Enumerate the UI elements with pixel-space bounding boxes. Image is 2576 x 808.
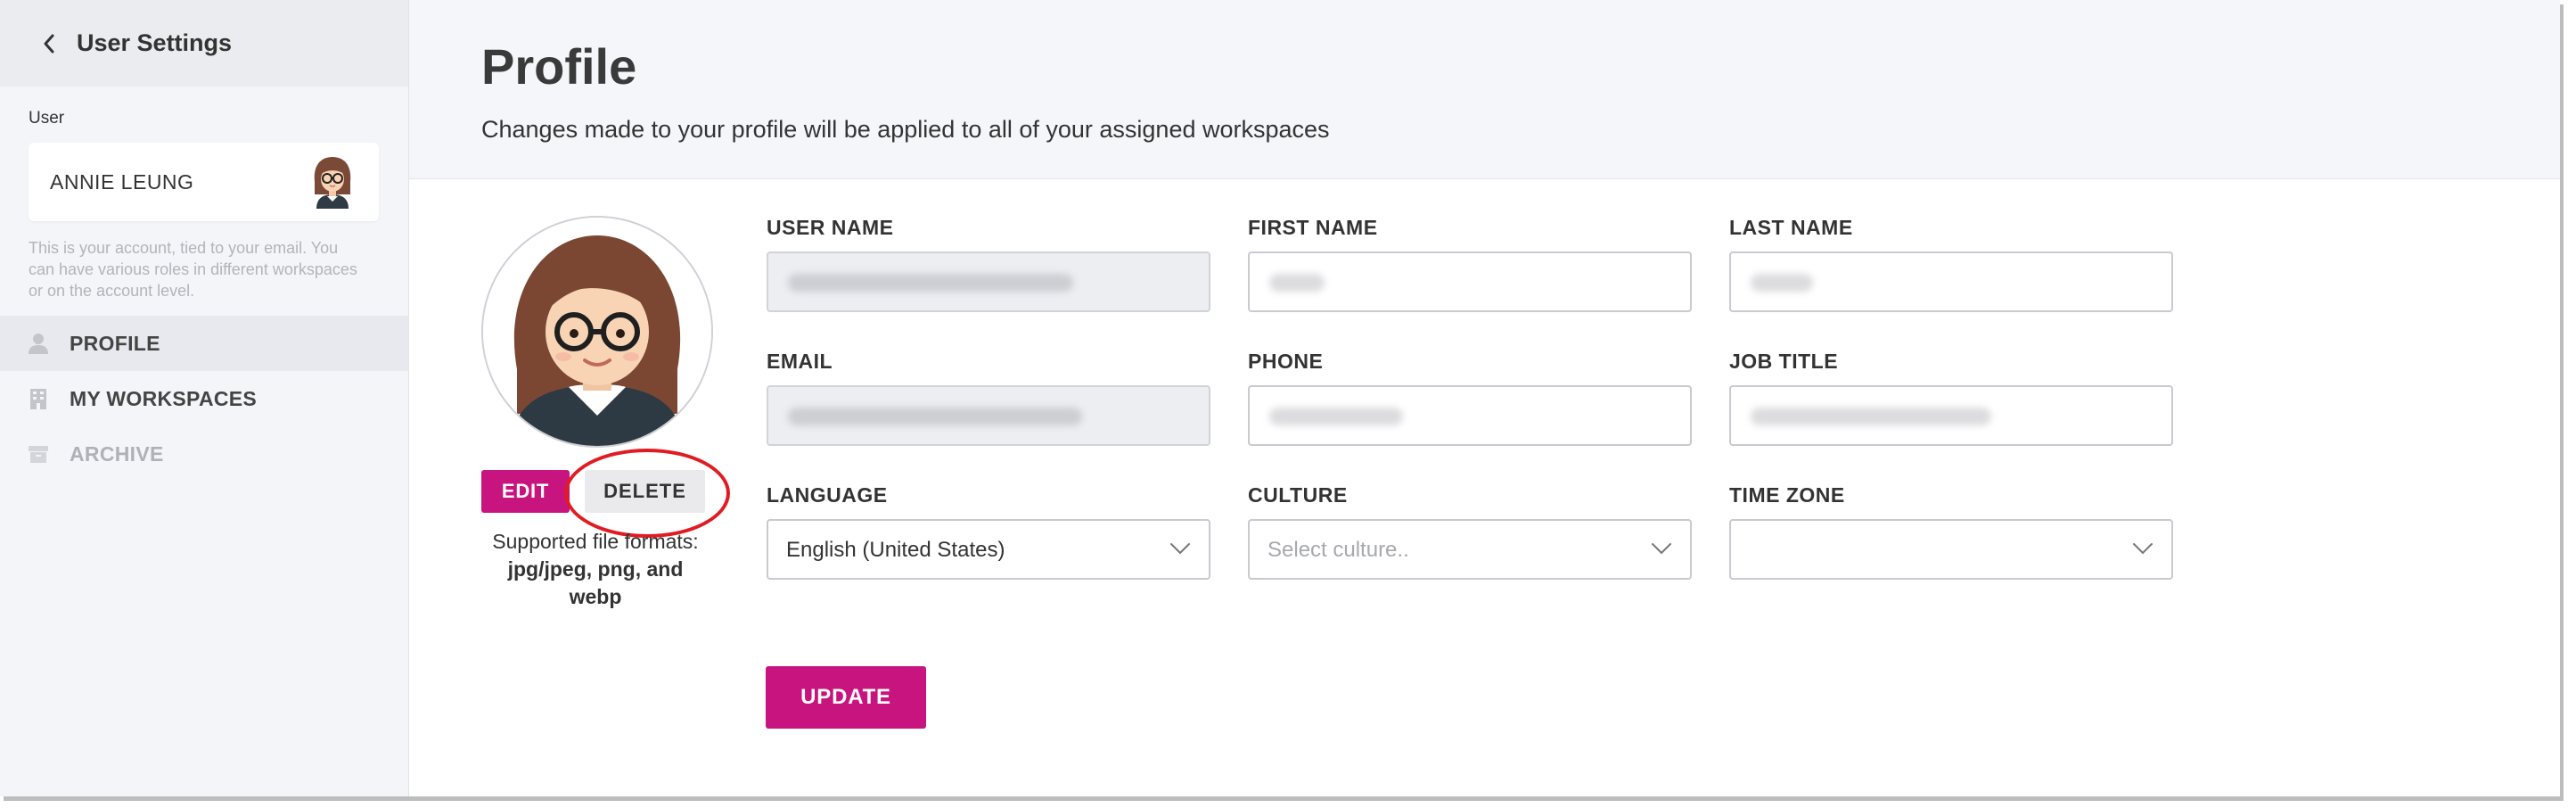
user-name-label: USER NAME xyxy=(767,216,894,239)
culture-label: CULTURE xyxy=(1248,483,1348,507)
email-field xyxy=(767,385,1210,446)
phone-label: PHONE xyxy=(1248,350,1324,373)
building-icon xyxy=(27,387,50,410)
user-name: ANNIE LEUNG xyxy=(50,169,194,194)
sidebar-header: User Settings xyxy=(0,0,408,87)
time-zone-select[interactable] xyxy=(1729,519,2173,580)
sidebar-title: User Settings xyxy=(77,29,233,56)
archive-icon xyxy=(27,442,50,466)
last-name-field[interactable] xyxy=(1729,251,2173,312)
redacted-value xyxy=(1269,274,1325,292)
update-button[interactable]: UPDATE xyxy=(766,666,926,729)
profile-avatar xyxy=(481,216,713,448)
redacted-value xyxy=(788,274,1073,292)
edit-avatar-button[interactable]: EDIT xyxy=(481,470,570,513)
formats-list: jpg/jpeg, png, and webp xyxy=(507,557,684,608)
time-zone-label: TIME ZONE xyxy=(1729,483,1845,507)
redacted-value xyxy=(1751,274,1813,292)
formats-label: Supported file formats: xyxy=(492,530,699,553)
page-header: Profile Changes made to your profile wil… xyxy=(409,0,2560,179)
account-help-text: This is your account, tied to your email… xyxy=(29,239,357,300)
page-subtitle: Changes made to your profile will be app… xyxy=(481,116,1330,143)
culture-placeholder: Select culture.. xyxy=(1267,538,1409,562)
last-name-label: LAST NAME xyxy=(1729,216,1853,239)
redacted-value xyxy=(1269,408,1403,425)
user-card: ANNIE LEUNG xyxy=(29,143,379,221)
phone-field[interactable] xyxy=(1248,385,1692,446)
app-window: User Settings User ANNIE LEUNG This is y… xyxy=(0,0,2560,796)
first-name-field[interactable] xyxy=(1248,251,1692,312)
email-label: EMAIL xyxy=(767,350,833,373)
avatar xyxy=(314,157,351,209)
supported-formats-note: Supported file formats: jpg/jpeg, png, a… xyxy=(481,528,710,611)
avatar-illustration xyxy=(483,218,711,446)
sidebar-item-profile[interactable]: PROFILE xyxy=(0,316,408,371)
redacted-value xyxy=(1751,408,1991,425)
first-name-label: FIRST NAME xyxy=(1248,216,1378,239)
language-select[interactable]: English (United States) xyxy=(767,519,1210,580)
chevron-down-icon xyxy=(1652,543,1671,555)
chevron-left-icon xyxy=(44,34,54,53)
sidebar-item-label: MY WORKSPACES xyxy=(70,386,258,410)
job-title-label: JOB TITLE xyxy=(1729,350,1839,373)
language-value: English (United States) xyxy=(786,538,1005,562)
person-icon xyxy=(27,332,50,355)
delete-avatar-button[interactable]: DELETE xyxy=(585,470,705,513)
back-button[interactable] xyxy=(36,30,62,57)
chevron-down-icon xyxy=(1170,543,1190,555)
sidebar-item-label: ARCHIVE xyxy=(70,441,164,466)
sidebar-item-archive[interactable]: ARCHIVE xyxy=(0,426,408,482)
main-content: Profile Changes made to your profile wil… xyxy=(409,0,2560,796)
language-label: LANGUAGE xyxy=(767,483,888,507)
job-title-field[interactable] xyxy=(1729,385,2173,446)
sidebar-item-my-workspaces[interactable]: MY WORKSPACES xyxy=(0,371,408,426)
redacted-value xyxy=(788,408,1082,425)
page-title: Profile xyxy=(481,38,637,95)
sidebar: User Settings User ANNIE LEUNG This is y… xyxy=(0,0,409,796)
sidebar-item-label: PROFILE xyxy=(70,331,160,355)
chevron-down-icon xyxy=(2133,543,2153,555)
user-section-label: User xyxy=(29,109,65,128)
culture-select[interactable]: Select culture.. xyxy=(1248,519,1692,580)
user-name-field xyxy=(767,251,1210,312)
